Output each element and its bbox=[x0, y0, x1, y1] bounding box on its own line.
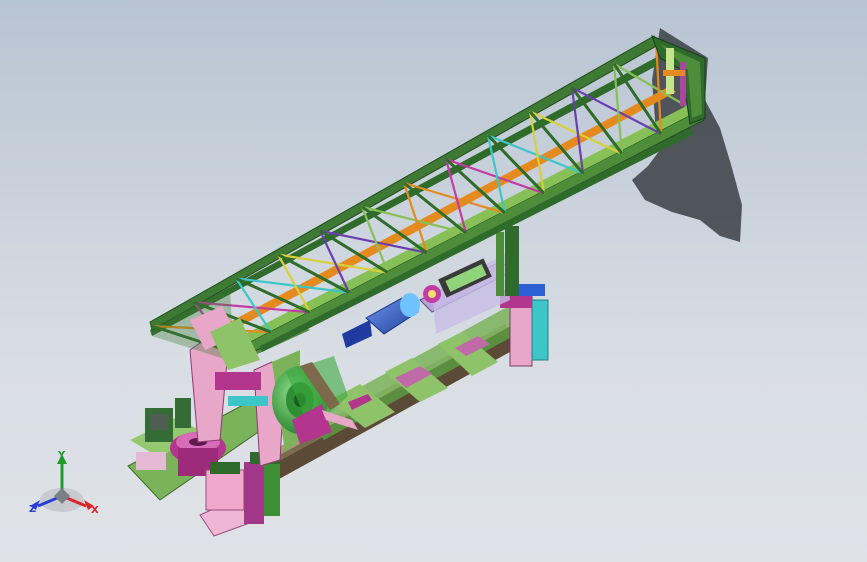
axis-label-x: X bbox=[91, 505, 99, 516]
cad-viewport[interactable]: Y X Z bbox=[0, 0, 867, 562]
model-scene[interactable] bbox=[0, 0, 867, 562]
trolley-mast bbox=[496, 226, 519, 296]
axis-label-y: Y bbox=[58, 450, 66, 461]
axis-label-z: Z bbox=[29, 504, 37, 515]
viewport-background bbox=[0, 0, 867, 562]
